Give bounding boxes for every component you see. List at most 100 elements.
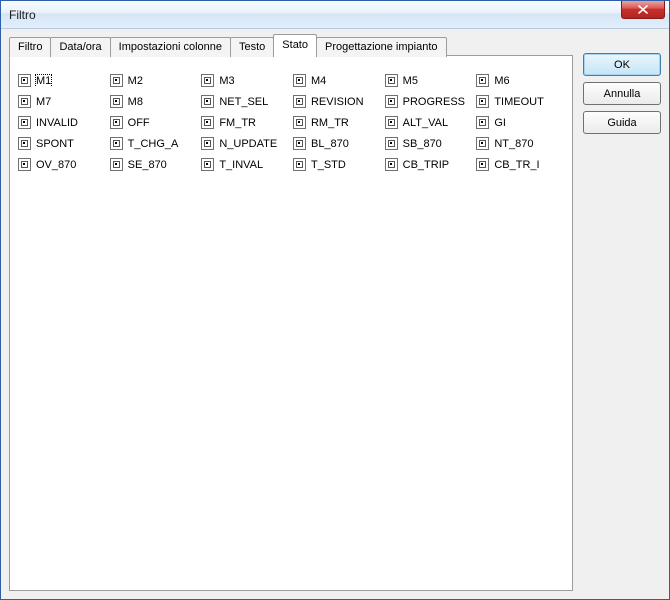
tab-progettazione-impianto[interactable]: Progettazione impianto <box>316 37 447 57</box>
check-item-sb_870[interactable]: SB_870 <box>385 137 473 150</box>
check-label: SB_870 <box>403 138 442 150</box>
checkbox-indeterminate-icon <box>293 95 306 108</box>
check-item-revision[interactable]: REVISION <box>293 95 381 108</box>
checkbox-indeterminate-icon <box>110 74 123 87</box>
check-item-alt_val[interactable]: ALT_VAL <box>385 116 473 129</box>
check-item-t_inval[interactable]: T_INVAL <box>201 158 289 171</box>
titlebar: Filtro <box>1 1 669 29</box>
client-area: FiltroData/oraImpostazioni colonneTestoS… <box>1 29 669 599</box>
checkbox-indeterminate-icon <box>18 158 31 171</box>
checkbox-indeterminate-icon <box>110 116 123 129</box>
check-label: M6 <box>494 75 509 87</box>
check-label: T_STD <box>311 159 346 171</box>
check-label: T_CHG_A <box>128 138 179 150</box>
tabpanel-stato: M1 M2 M3 M4 M5 M6 M7 M8 NET_SEL REVISION PROGRESS T… <box>9 55 573 591</box>
tabstrip: FiltroData/oraImpostazioni colonneTestoS… <box>9 35 573 56</box>
check-item-m8[interactable]: M8 <box>110 95 198 108</box>
checkbox-indeterminate-icon <box>385 74 398 87</box>
check-item-net_sel[interactable]: NET_SEL <box>201 95 289 108</box>
checkbox-indeterminate-icon <box>18 95 31 108</box>
check-label: CB_TRIP <box>403 159 449 171</box>
check-label: M8 <box>128 96 143 108</box>
main-column: FiltroData/oraImpostazioni colonneTestoS… <box>9 35 573 591</box>
check-label: M2 <box>128 75 143 87</box>
tab-testo[interactable]: Testo <box>230 37 274 57</box>
checkbox-indeterminate-icon <box>476 137 489 150</box>
check-label: M3 <box>219 75 234 87</box>
checkbox-indeterminate-icon <box>201 74 214 87</box>
checkbox-indeterminate-icon <box>18 74 31 87</box>
check-item-bl_870[interactable]: BL_870 <box>293 137 381 150</box>
check-label: M4 <box>311 75 326 87</box>
check-item-invalid[interactable]: INVALID <box>18 116 106 129</box>
check-label: NET_SEL <box>219 96 268 108</box>
check-item-m3[interactable]: M3 <box>201 74 289 87</box>
checkbox-indeterminate-icon <box>201 137 214 150</box>
tab-data-ora[interactable]: Data/ora <box>50 37 110 57</box>
checkbox-indeterminate-icon <box>293 137 306 150</box>
checkbox-indeterminate-icon <box>201 95 214 108</box>
checkbox-indeterminate-icon <box>476 158 489 171</box>
stato-check-grid: M1 M2 M3 M4 M5 M6 M7 M8 NET_SEL REVISION PROGRESS T… <box>18 74 564 171</box>
dialog-window: Filtro FiltroData/oraImpostazioni colonn… <box>0 0 670 600</box>
check-label: SPONT <box>36 138 74 150</box>
tab-impostazioni-colonne[interactable]: Impostazioni colonne <box>110 37 231 57</box>
check-label: FM_TR <box>219 117 256 129</box>
check-item-progress[interactable]: PROGRESS <box>385 95 473 108</box>
check-item-cb_tr_i[interactable]: CB_TR_I <box>476 158 564 171</box>
check-item-ov_870[interactable]: OV_870 <box>18 158 106 171</box>
checkbox-indeterminate-icon <box>385 116 398 129</box>
check-item-m1[interactable]: M1 <box>18 74 106 87</box>
check-label: T_INVAL <box>219 159 263 171</box>
check-item-m2[interactable]: M2 <box>110 74 198 87</box>
checkbox-indeterminate-icon <box>385 137 398 150</box>
checkbox-indeterminate-icon <box>110 158 123 171</box>
ok-button[interactable]: OK <box>583 53 661 76</box>
check-label: SE_870 <box>128 159 167 171</box>
check-label: N_UPDATE <box>219 138 277 150</box>
cancel-button[interactable]: Annulla <box>583 82 661 105</box>
check-label: GI <box>494 117 506 129</box>
check-item-se_870[interactable]: SE_870 <box>110 158 198 171</box>
tab-filtro[interactable]: Filtro <box>9 37 51 57</box>
check-item-t_chg_a[interactable]: T_CHG_A <box>110 137 198 150</box>
check-item-timeout[interactable]: TIMEOUT <box>476 95 564 108</box>
checkbox-indeterminate-icon <box>476 116 489 129</box>
check-label: NT_870 <box>494 138 533 150</box>
check-label: CB_TR_I <box>494 159 539 171</box>
check-item-cb_trip[interactable]: CB_TRIP <box>385 158 473 171</box>
check-label: M5 <box>403 75 418 87</box>
check-item-gi[interactable]: GI <box>476 116 564 129</box>
close-icon <box>638 5 648 14</box>
checkbox-indeterminate-icon <box>385 95 398 108</box>
check-label: ALT_VAL <box>403 117 448 129</box>
checkbox-indeterminate-icon <box>293 158 306 171</box>
check-label: OV_870 <box>36 159 76 171</box>
check-item-m5[interactable]: M5 <box>385 74 473 87</box>
check-item-fm_tr[interactable]: FM_TR <box>201 116 289 129</box>
help-button[interactable]: Guida <box>583 111 661 134</box>
check-label: TIMEOUT <box>494 96 544 108</box>
check-item-nt_870[interactable]: NT_870 <box>476 137 564 150</box>
check-item-t_std[interactable]: T_STD <box>293 158 381 171</box>
close-button[interactable] <box>621 1 665 19</box>
check-item-m4[interactable]: M4 <box>293 74 381 87</box>
check-item-m6[interactable]: M6 <box>476 74 564 87</box>
checkbox-indeterminate-icon <box>385 158 398 171</box>
check-item-spont[interactable]: SPONT <box>18 137 106 150</box>
check-label: OFF <box>128 117 150 129</box>
tab-stato[interactable]: Stato <box>273 34 317 56</box>
check-item-n_update[interactable]: N_UPDATE <box>201 137 289 150</box>
check-item-off[interactable]: OFF <box>110 116 198 129</box>
checkbox-indeterminate-icon <box>201 158 214 171</box>
check-label: PROGRESS <box>403 96 465 108</box>
checkbox-indeterminate-icon <box>18 137 31 150</box>
check-item-m7[interactable]: M7 <box>18 95 106 108</box>
window-title: Filtro <box>9 8 36 22</box>
check-label: INVALID <box>36 117 78 129</box>
checkbox-indeterminate-icon <box>476 95 489 108</box>
checkbox-indeterminate-icon <box>18 116 31 129</box>
checkbox-indeterminate-icon <box>476 74 489 87</box>
checkbox-indeterminate-icon <box>293 74 306 87</box>
check-item-rm_tr[interactable]: RM_TR <box>293 116 381 129</box>
